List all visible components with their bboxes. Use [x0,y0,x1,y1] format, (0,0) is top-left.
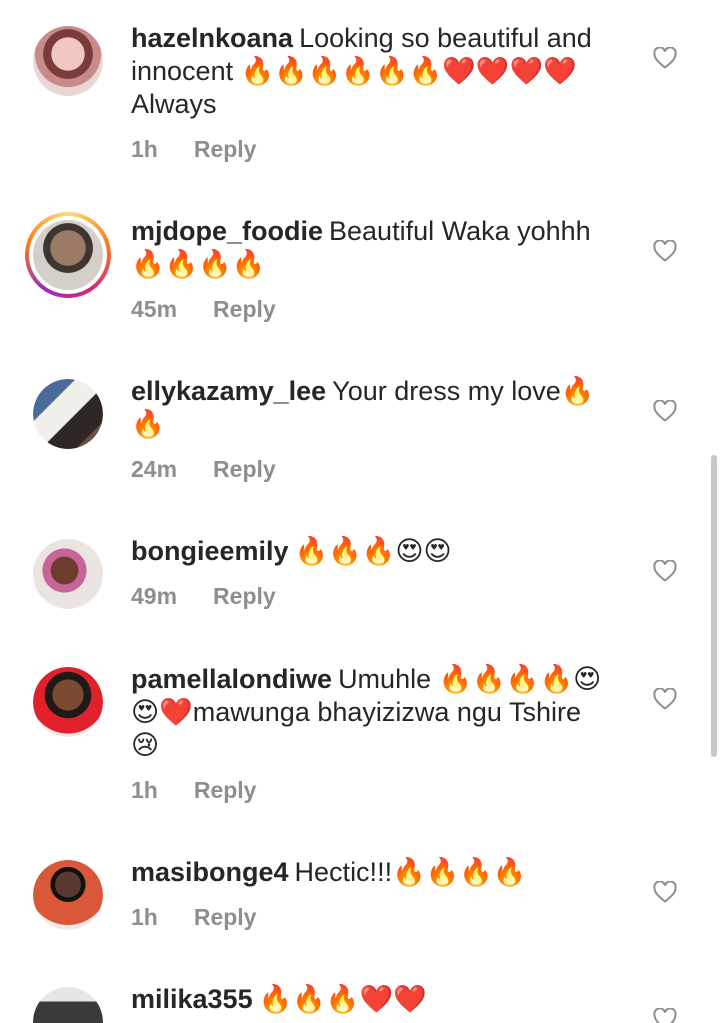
comment-text: 🔥🔥🔥😍😍 [294,536,452,566]
comment-time: 45m [131,296,178,322]
heart-outline-icon[interactable] [653,1008,677,1023]
avatar[interactable] [33,667,103,737]
comment-username[interactable]: masibonge4 [131,857,289,887]
comment-meta: 45m Reply [131,296,276,323]
comment-body: ellykazamy_lee Your dress my love🔥🔥 [131,375,611,441]
comment-body: masibonge4 Hectic!!!🔥🔥🔥🔥 [131,856,611,889]
avatar[interactable] [33,987,103,1023]
reply-button[interactable]: Reply [194,136,257,163]
comments-list: hazelnkoana Looking so beautiful and inno… [0,0,720,1023]
comment-body: hazelnkoana Looking so beautiful and inno… [131,22,611,121]
comment-username[interactable]: bongieemily [131,536,289,566]
heart-outline-icon[interactable] [653,240,677,262]
heart-outline-icon[interactable] [653,47,677,69]
comment-time: 24m [131,456,178,482]
heart-outline-icon[interactable] [653,688,677,710]
comment-meta: 1h Reply [131,904,256,931]
comment-body: milika355 🔥🔥🔥❤️❤️ [131,983,611,1016]
comment-body: bongieemily 🔥🔥🔥😍😍 [131,535,611,568]
comment-meta: 24m Reply [131,456,276,483]
comment-text: 🔥🔥🔥❤️❤️ [258,984,427,1014]
comment-body: mjdope_foodie Beautiful Waka yohhh 🔥🔥🔥🔥 [131,215,611,281]
reply-button[interactable]: Reply [194,904,257,931]
comment-username[interactable]: hazelnkoana [131,23,293,53]
heart-outline-icon[interactable] [653,560,677,582]
avatar[interactable] [33,26,103,96]
comment-time: 1h [131,777,158,803]
comment-meta: 49m Reply [131,583,276,610]
avatar[interactable] [33,379,103,449]
comment-username[interactable]: mjdope_foodie [131,216,323,246]
reply-button[interactable]: Reply [194,777,257,804]
comment-time: 1h [131,136,158,162]
comment-meta: 1h Reply [131,777,256,804]
heart-outline-icon[interactable] [653,400,677,422]
avatar[interactable] [33,539,103,609]
comment-time: 49m [131,583,178,609]
comment-username[interactable]: pamellalondiwe [131,664,332,694]
reply-button[interactable]: Reply [213,296,276,323]
comment-username[interactable]: milika355 [131,984,253,1014]
comment-body: pamellalondiwe Umuhle 🔥🔥🔥🔥😍😍❤️mawunga bha… [131,663,611,762]
comment-time: 1h [131,904,158,930]
heart-outline-icon[interactable] [653,881,677,903]
comment-username[interactable]: ellykazamy_lee [131,376,326,406]
reply-button[interactable]: Reply [213,456,276,483]
scrollbar[interactable] [711,455,717,757]
avatar[interactable] [33,860,103,930]
comment-text: Hectic!!!🔥🔥🔥🔥 [294,857,527,887]
reply-button[interactable]: Reply [213,583,276,610]
avatar-with-story-ring[interactable] [25,212,111,298]
comment-meta: 1h Reply [131,136,256,163]
